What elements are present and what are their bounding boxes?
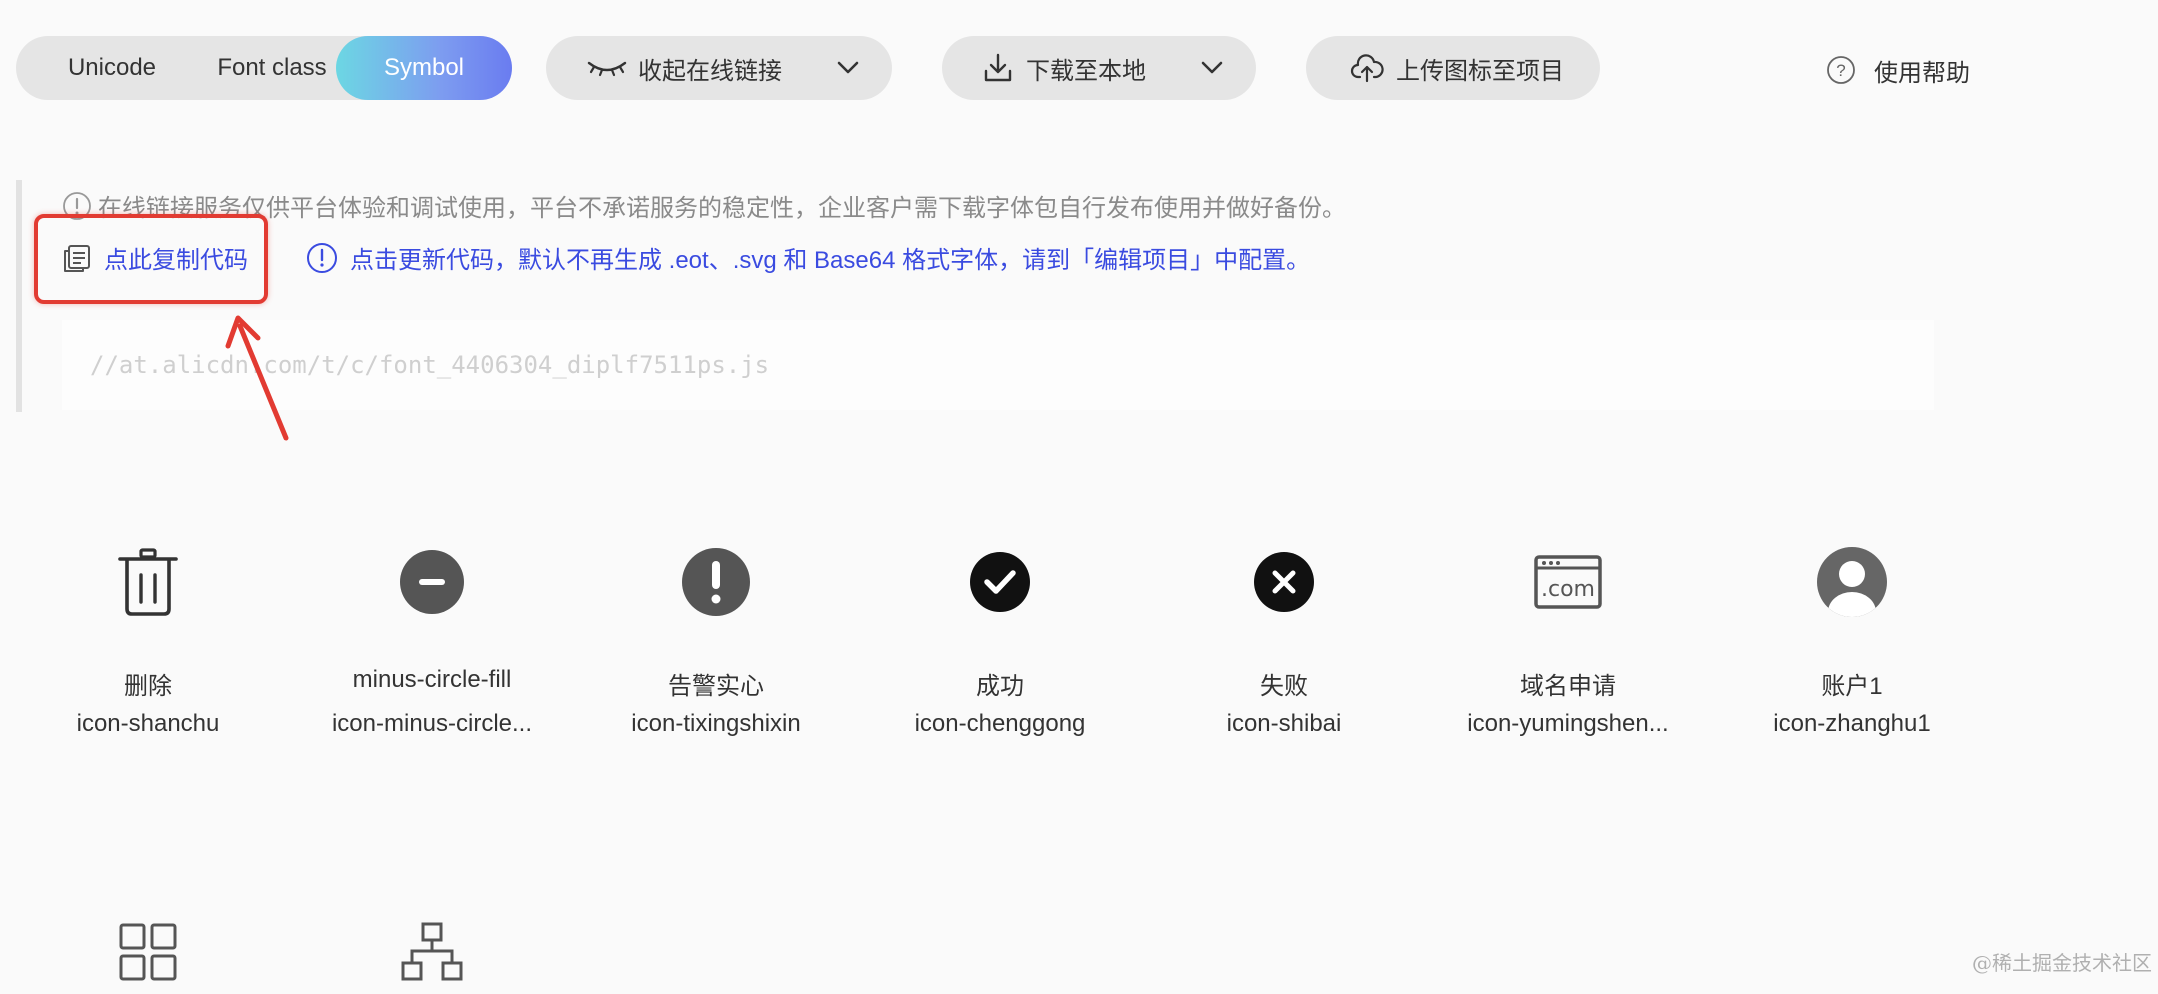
refresh-code-text: 点击更新代码，默认不再生成 .eot、.svg 和 Base64 格式字体，请到… xyxy=(350,247,1311,274)
domain-com-icon: .com xyxy=(1426,540,1710,624)
icon-name: 告警实心 xyxy=(668,673,764,700)
chevron-down-icon xyxy=(837,61,859,74)
account-icon xyxy=(1710,540,1994,624)
icon-code: icon-chenggong xyxy=(914,710,1086,737)
download-local-button[interactable]: 下载至本地 xyxy=(942,36,1256,100)
copy-code-highlight-box xyxy=(34,214,268,304)
upload-icons-button[interactable]: 上传图标至项目 xyxy=(1306,36,1600,100)
refresh-code-link[interactable]: 点击更新代码，默认不再生成 .eot、.svg 和 Base64 格式字体，请到… xyxy=(306,240,1310,275)
check-circle-icon xyxy=(858,540,1142,624)
annotation-arrow xyxy=(225,315,289,441)
chevron-down-icon xyxy=(1201,61,1223,74)
tab-font-class[interactable]: Font class xyxy=(192,36,352,100)
tab-symbol[interactable]: Symbol xyxy=(336,36,512,100)
help-label: 使用帮助 xyxy=(1874,59,1970,87)
icon-code: icon-shanchu xyxy=(76,710,220,737)
minus-circle-fill-icon xyxy=(290,540,574,624)
icon-code: icon-zhanghu1 xyxy=(1773,710,1931,737)
icon-code: icon-minus-circle... xyxy=(331,710,533,737)
icon-name: 删除 xyxy=(124,673,172,700)
icon-name: 失败 xyxy=(1260,673,1308,700)
icon-name: minus-circle-fill xyxy=(352,666,512,693)
grid-icon xyxy=(6,910,290,994)
info-circle-icon xyxy=(307,242,337,273)
cloud-upload-icon xyxy=(1350,54,1384,83)
svg-text:.com: .com xyxy=(1541,577,1595,602)
online-link-code[interactable]: //at.alicdn.com/t/c/font_4406304_diplf75… xyxy=(62,320,1934,410)
org-tree-icon xyxy=(290,910,574,994)
upload-icons-label: 上传图标至项目 xyxy=(1396,57,1564,85)
stability-warning-text: 在线链接服务仅供平台体验和调试使用，平台不承诺服务的稳定性，企业客户需下载字体包… xyxy=(98,195,1346,222)
question-circle-icon: ? xyxy=(1827,56,1855,84)
help-link[interactable]: ? 使用帮助 xyxy=(1826,52,1970,88)
panel-accent-bar xyxy=(16,180,22,412)
icon-code: icon-tixingshixin xyxy=(631,710,801,737)
icon-name: 账户1 xyxy=(1821,673,1883,700)
icon-code: icon-shibai xyxy=(1226,710,1342,737)
download-icon xyxy=(984,53,1012,82)
icon-code: icon-yumingshen... xyxy=(1467,710,1669,737)
icon-name: 域名申请 xyxy=(1520,673,1616,700)
mode-tabs: Unicode Font class Symbol xyxy=(16,36,512,100)
collapse-online-link-label: 收起在线链接 xyxy=(638,57,782,85)
icon-name: 成功 xyxy=(976,673,1024,700)
eye-closed-icon xyxy=(587,61,627,77)
watermark: @稀土掘金技术社区 xyxy=(1972,951,2152,975)
close-circle-icon xyxy=(1142,540,1426,624)
svg-text:?: ? xyxy=(1836,61,1845,80)
tab-unicode[interactable]: Unicode xyxy=(34,36,190,100)
alert-fill-icon xyxy=(574,540,858,624)
trash-icon xyxy=(6,540,290,624)
collapse-online-link-button[interactable]: 收起在线链接 xyxy=(546,36,892,100)
download-local-label: 下载至本地 xyxy=(1026,57,1146,85)
